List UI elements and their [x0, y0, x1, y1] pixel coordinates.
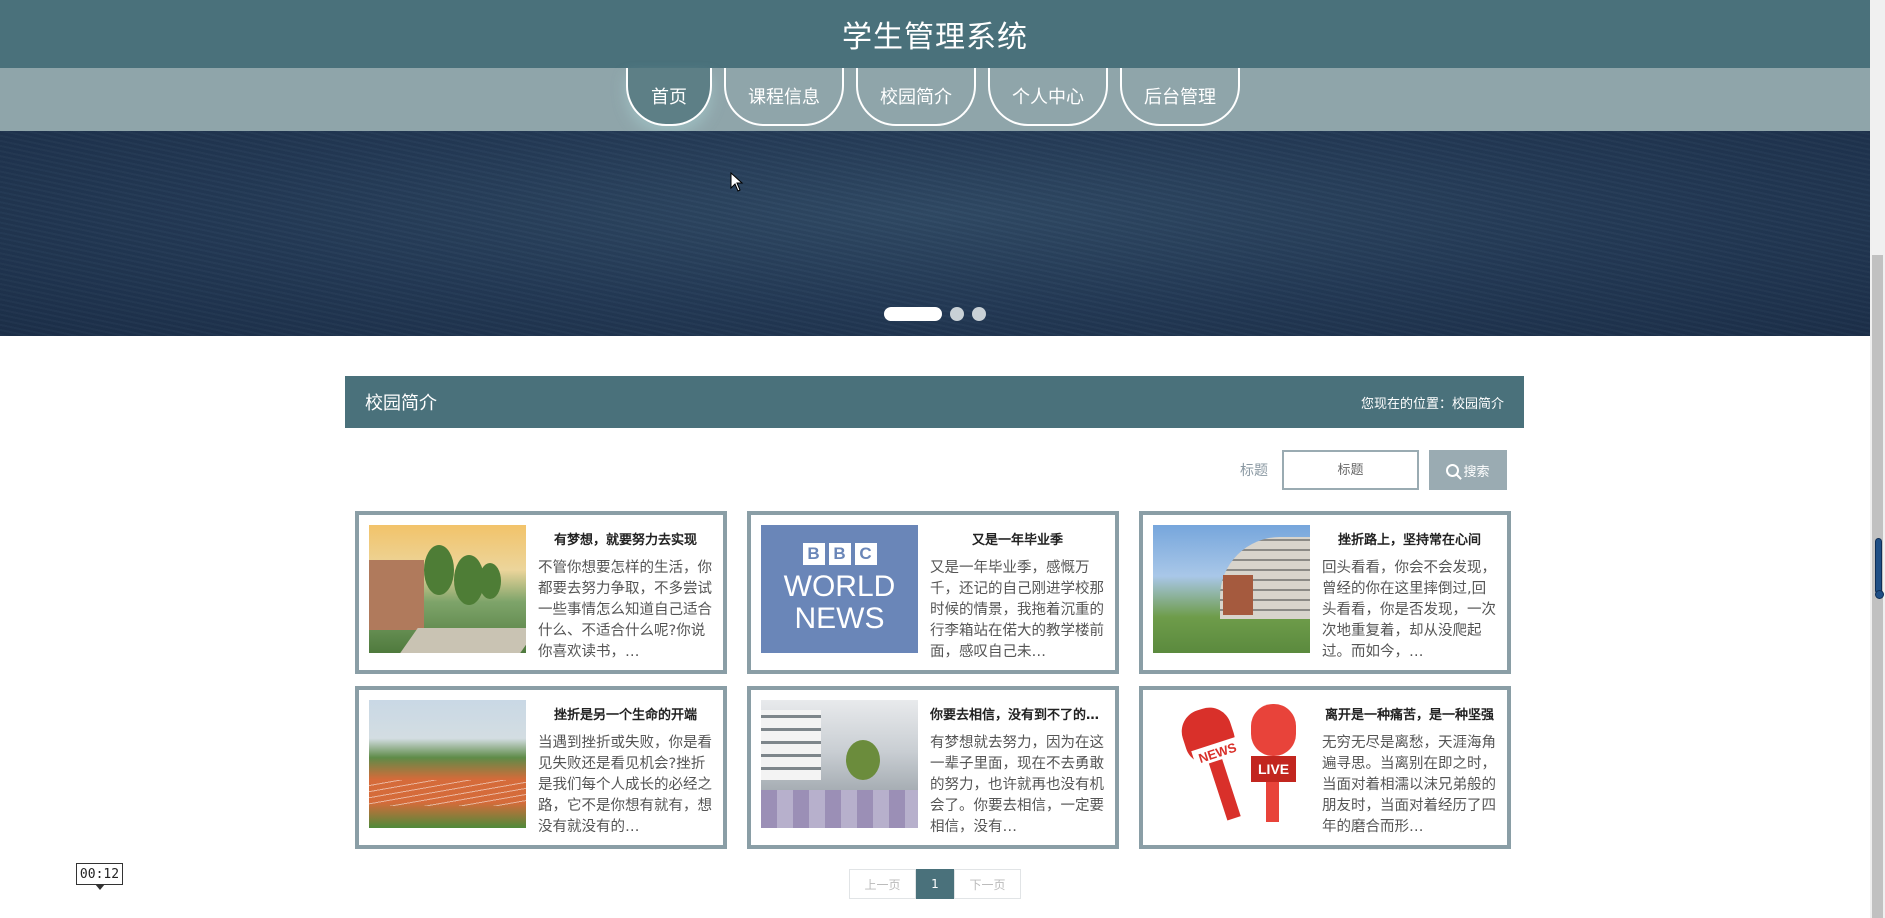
- article-grid: 有梦想，就要努力去实现 不管你想要怎样的生活，你都要去努力争取，不多尝试一些事情…: [355, 511, 1515, 849]
- article-card[interactable]: 挫折路上，坚持常在心间 回头看看，你会不会发现，曾经的你在这里摔倒过,回头看看，…: [1139, 511, 1511, 674]
- article-image-campus-road: [369, 525, 526, 653]
- svg-text:LIVE: LIVE: [1258, 761, 1289, 777]
- scroll-indicator-icon: [1875, 538, 1884, 599]
- page: 学生管理系统 首页 课程信息 校园简介 个人中心 后台管理 校园简介 您现在的位…: [0, 0, 1885, 918]
- nav-item-personal-center[interactable]: 个人中心: [988, 68, 1108, 126]
- search-label: 标题: [1240, 463, 1268, 479]
- article-title: 离开是一种痛苦，是一种坚强: [1324, 708, 1494, 723]
- search-bar: 标题 搜索: [1240, 450, 1507, 490]
- search-button-label: 搜索: [1463, 464, 1490, 480]
- banner-carousel[interactable]: [0, 131, 1870, 336]
- nav-item-admin[interactable]: 后台管理: [1120, 68, 1240, 126]
- article-excerpt: 又是一年毕业季，感慨万千，还记的自己刚进学校那时候的情景，我拖着沉重的行李箱站在…: [930, 560, 1104, 660]
- article-card[interactable]: NEWS LIVE 离开是一种痛苦，是一种坚强 无穷无尽是离愁，天涯海角遍寻思。…: [1139, 686, 1511, 849]
- page-scrollbar[interactable]: [1870, 0, 1885, 918]
- article-title: 挫折是另一个生命的开端: [553, 708, 697, 723]
- article-image-running-track: [369, 700, 526, 828]
- title-search-input[interactable]: [1282, 450, 1419, 490]
- article-excerpt: 当遇到挫折或失败，你是看见失败还是看见机会?挫折是我们每个人成长的必经之路，它不…: [538, 735, 712, 835]
- section-header: 校园简介 您现在的位置：校园简介: [345, 376, 1524, 428]
- carousel-dot-3[interactable]: [972, 307, 986, 321]
- page-number-current[interactable]: 1: [916, 869, 954, 899]
- carousel-dot-1[interactable]: [884, 307, 942, 321]
- nav-item-course-info[interactable]: 课程信息: [724, 68, 844, 126]
- top-header: 学生管理系统: [0, 0, 1870, 68]
- main-nav: 首页 课程信息 校园简介 个人中心 后台管理: [626, 68, 1252, 131]
- carousel-dots: [884, 307, 986, 321]
- microphone-icon: NEWS LIVE: [1153, 700, 1310, 828]
- article-card[interactable]: 有梦想，就要努力去实现 不管你想要怎样的生活，你都要去努力争取，不多尝试一些事情…: [355, 511, 727, 674]
- search-button[interactable]: 搜索: [1429, 450, 1507, 490]
- article-card[interactable]: B B C WORLD NEWS 又是一年毕业季 又是一年毕业季，感慨万千，还记…: [747, 511, 1119, 674]
- carousel-dot-2[interactable]: [950, 307, 964, 321]
- section-title: 校园简介: [365, 393, 437, 414]
- article-excerpt: 不管你想要怎样的生活，你都要去努力争取，不多尝试一些事情怎么知道自己适合什么、不…: [538, 560, 712, 660]
- prev-page-button[interactable]: 上一页: [849, 869, 916, 899]
- article-image-modern-plaza: [761, 700, 918, 828]
- article-card[interactable]: 挫折是另一个生命的开端 当遇到挫折或失败，你是看见失败还是看见机会?挫折是我们每…: [355, 686, 727, 849]
- article-title: 挫折路上，坚持常在心间: [1337, 533, 1481, 548]
- article-title: 有梦想，就要努力去实现: [553, 533, 697, 548]
- article-title: 你要去相信，没有到不了的明天: [930, 708, 1105, 723]
- next-page-button[interactable]: 下一页: [954, 869, 1021, 899]
- article-title: 又是一年毕业季: [971, 533, 1063, 548]
- nav-item-home[interactable]: 首页: [626, 68, 712, 126]
- site-title: 学生管理系统: [842, 20, 1028, 55]
- article-excerpt: 有梦想就去努力，因为在这一辈子里面，现在不去勇敢的努力，也许就再也没有机会了。你…: [930, 735, 1104, 835]
- breadcrumb: 您现在的位置：校园简介: [1360, 396, 1504, 412]
- article-excerpt: 回头看看，你会不会发现，曾经的你在这里摔倒过,回头看看，你是否发现，一次次地重复…: [1322, 560, 1496, 660]
- article-excerpt: 无穷无尽是离愁，天涯海角遍寻思。当离别在即之时，当面对着相濡以沫兄弟般的朋友时，…: [1322, 735, 1496, 835]
- search-icon: [1446, 463, 1460, 477]
- pagination: 上一页 1 下一页: [849, 869, 1021, 899]
- article-image-campus-building: [1153, 525, 1310, 653]
- recording-timer: 00:12: [76, 863, 123, 890]
- article-image-bbc-logo: B B C WORLD NEWS: [761, 525, 918, 653]
- nav-item-campus-intro[interactable]: 校园简介: [856, 68, 976, 126]
- article-card[interactable]: 你要去相信，没有到不了的明天 有梦想就去努力，因为在这一辈子里面，现在不去勇敢的…: [747, 686, 1119, 849]
